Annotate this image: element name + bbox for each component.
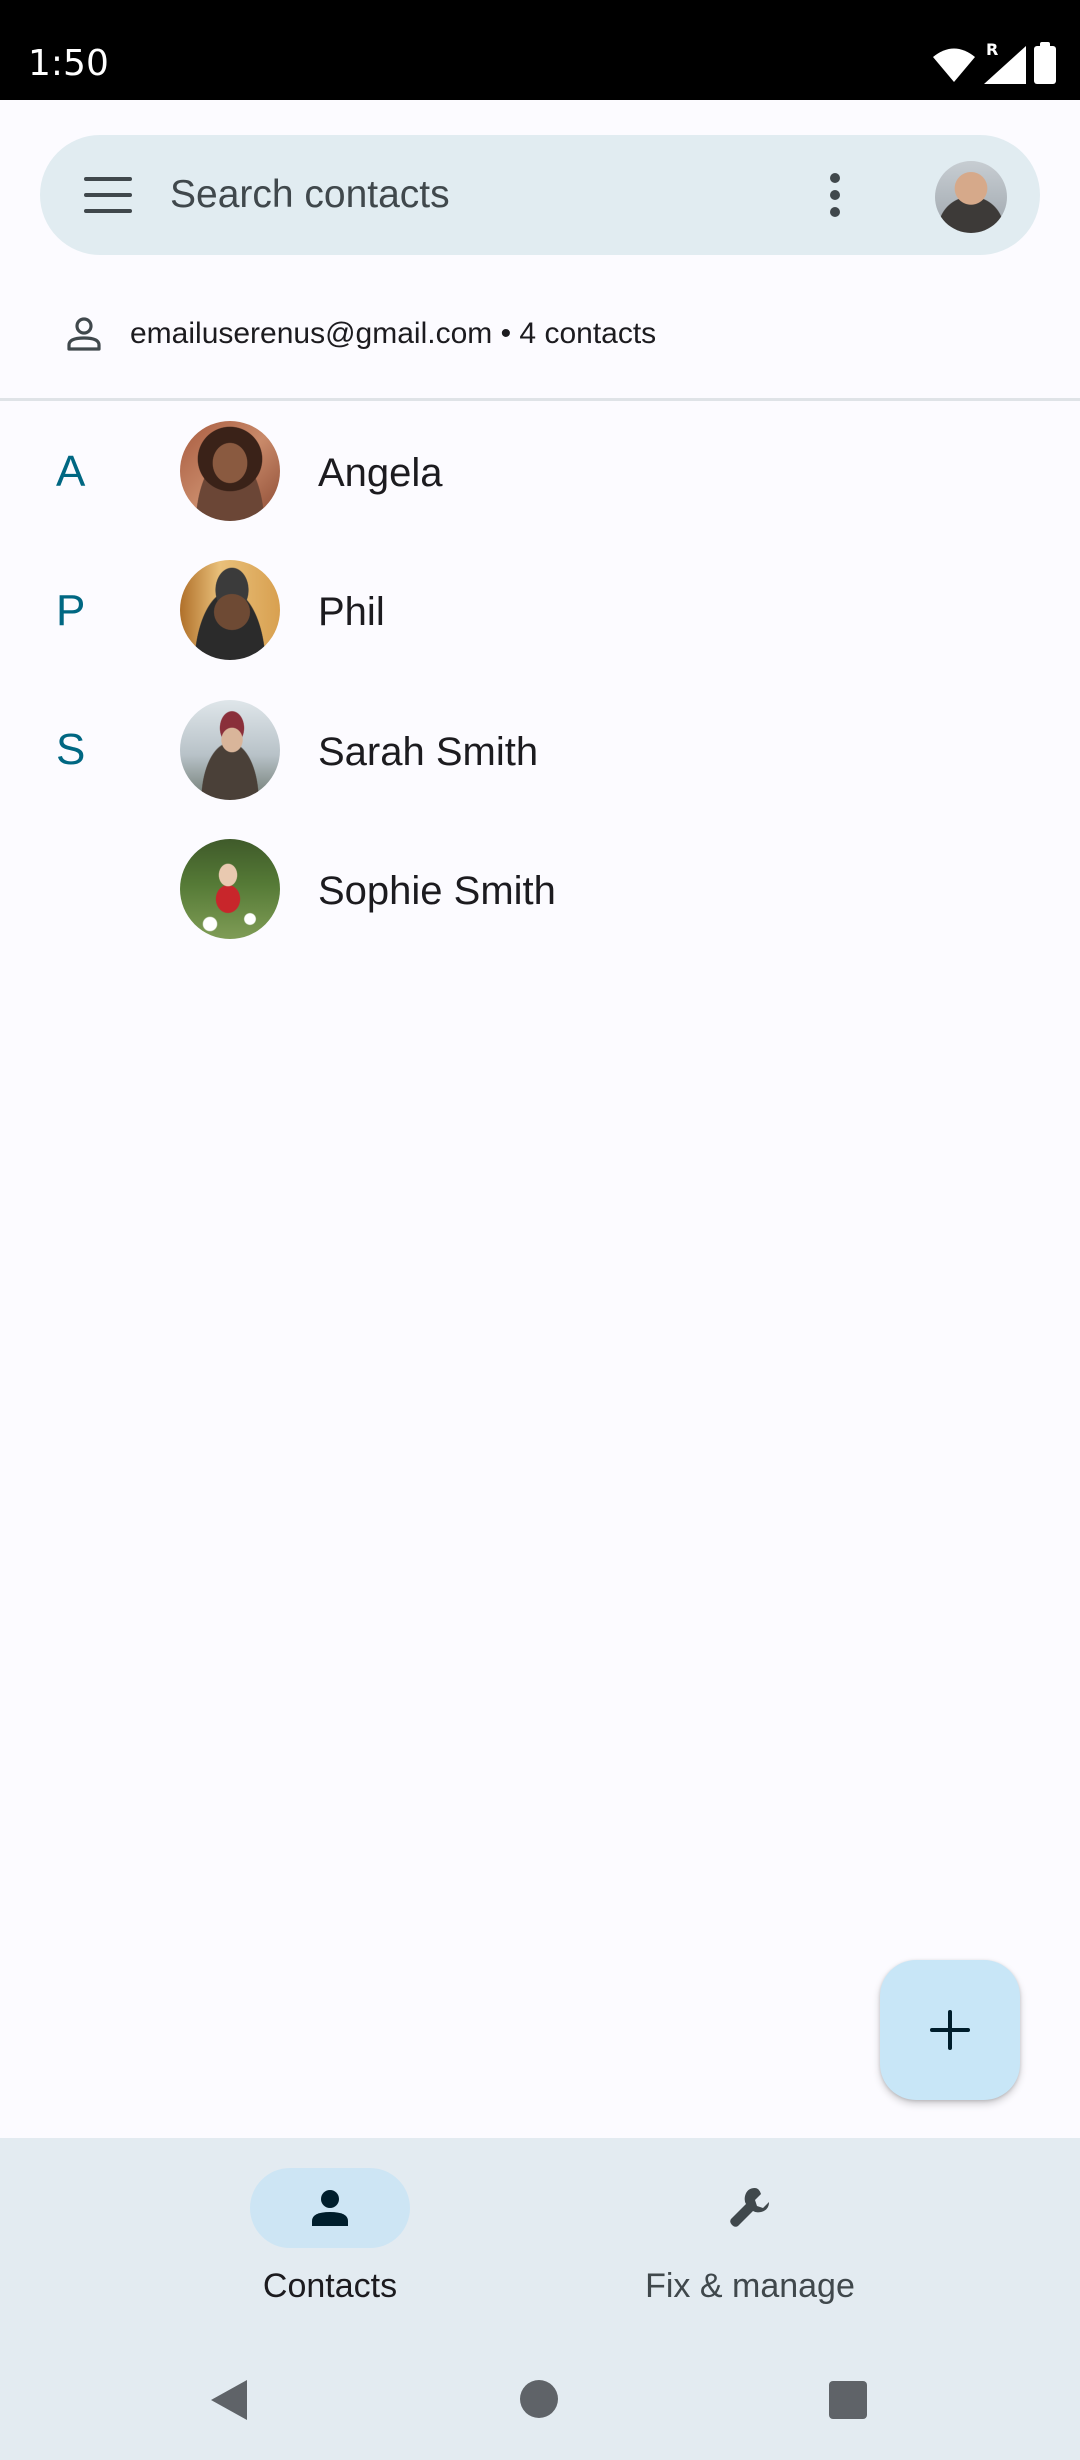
contact-name: Angela [318,451,443,495]
divider [0,398,1080,401]
battery-icon [1034,42,1056,84]
status-icons: R [932,40,1056,84]
network-badge: R [986,40,999,59]
tab-fix-manage[interactable]: Fix & manage [600,2168,900,2318]
home-button[interactable] [520,2380,558,2418]
more-vert-icon[interactable] [820,169,850,221]
recents-button[interactable] [829,2381,867,2419]
search-input[interactable]: Search contacts [170,173,450,217]
contact-name: Sophie Smith [318,869,556,913]
person-icon [312,2190,348,2226]
tab-contacts-label: Contacts [262,2267,398,2305]
signal-icon: R [984,40,1026,84]
wifi-icon [933,48,975,82]
contact-avatar [180,700,280,800]
contact-avatar [180,560,280,660]
contact-avatar [180,421,280,521]
contact-avatar [180,839,280,939]
account-summary: emailuserenus@gmail.com • 4 contacts [130,317,657,350]
contact-name: Sarah Smith [318,730,539,774]
contact-row-phil[interactable]: Phil [0,545,1080,675]
system-nav [0,2360,1080,2440]
wrench-icon [730,2188,769,2227]
add-contact-button[interactable] [880,1960,1020,2100]
account-avatar[interactable] [935,161,1007,233]
account-row[interactable]: emailuserenus@gmail.com • 4 contacts [0,296,1080,374]
contact-row-sarah-smith[interactable]: Sarah Smith [0,685,1080,815]
plus-icon [930,2010,970,2050]
person-outline-icon [67,317,101,351]
search-bar[interactable]: Search contacts [40,135,1040,255]
tab-contacts[interactable]: Contacts [165,2168,465,2318]
status-bar: 1:50 R [0,0,1080,100]
tab-fix-manage-label: Fix & manage [645,2267,855,2305]
status-time: 1:50 [28,43,109,84]
contact-row-angela[interactable]: Angela [0,406,1080,536]
menu-icon[interactable] [84,175,132,215]
contact-name: Phil [318,590,385,634]
contact-row-sophie-smith[interactable]: Sophie Smith [0,824,1080,954]
back-button[interactable] [207,2360,251,2440]
